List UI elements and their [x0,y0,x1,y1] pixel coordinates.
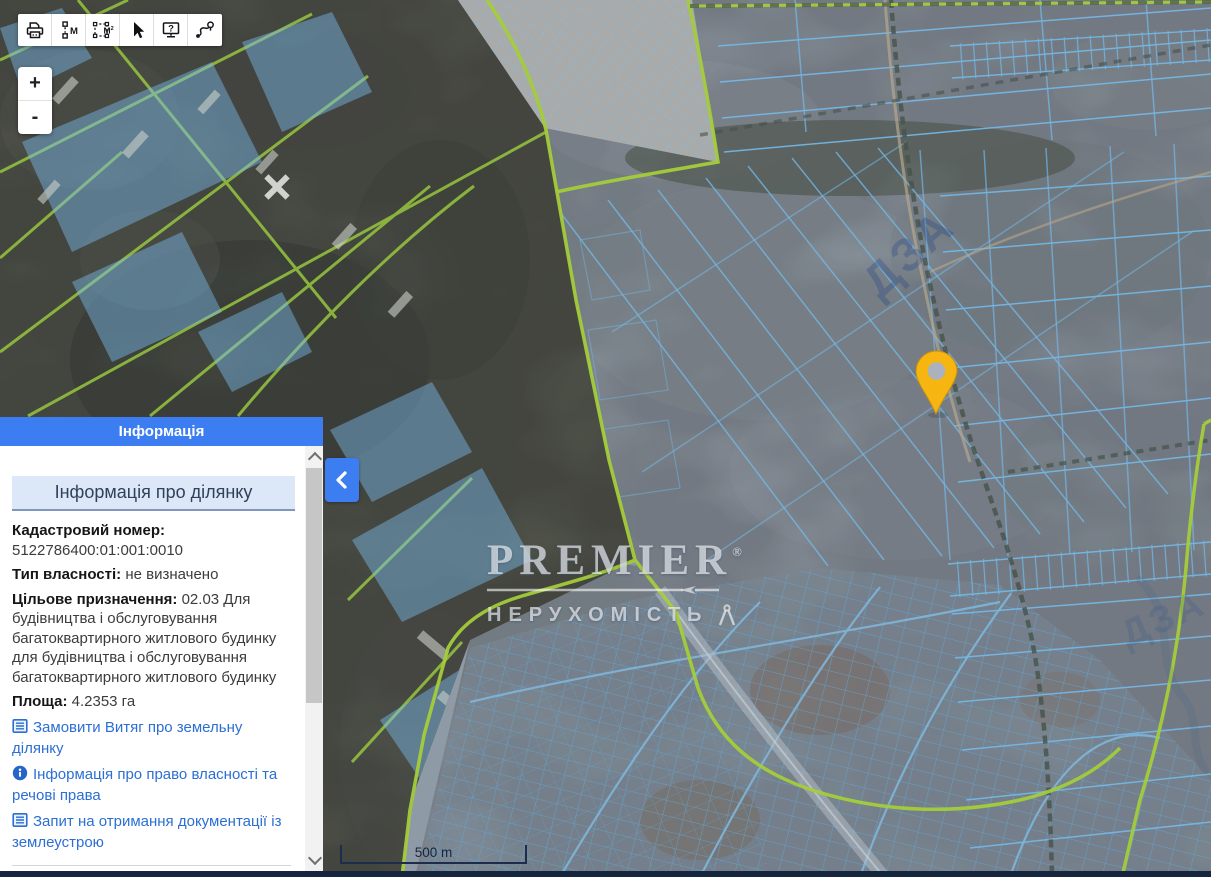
measure-distance-icon: M [57,20,80,40]
field-designated-purpose: Цільове призначення: 02.03 Для будівницт… [12,590,295,688]
zoom-out-button[interactable]: - [18,100,52,134]
link-order-extract[interactable]: Замовити Витяг про земельну ділянку [12,718,295,759]
section-title-parcel-info: Інформація про ділянку [12,476,295,511]
chevron-left-icon [334,469,350,491]
field-cadastral-number: Кадастровий номер: 5122786400:01:001:001… [12,521,295,560]
scroll-down-arrow-icon[interactable] [308,851,322,865]
collapse-panel-button[interactable] [325,458,359,502]
cursor-icon [127,20,147,40]
link-ownership-info[interactable]: Інформація про право власності та речові… [12,765,295,806]
link-label: Запит на отримання документації із земле… [12,813,281,852]
document-list-icon [12,812,28,834]
link-label: Інформація про право власності та речові… [12,766,277,805]
route-pin-icon [194,20,216,40]
info-panel-content: Інформація про ділянку Кадастровий номер… [0,446,305,877]
map-toolbar: M M2 ? [18,14,222,46]
measure-area-button[interactable]: M2 [86,14,120,46]
document-list-icon [12,718,28,740]
svg-text:M2: M2 [103,25,113,35]
field-ownership-type: Тип власності: не визначено [12,565,295,585]
field-label: Цільове призначення: [12,591,177,608]
field-value: 4.2353 га [72,693,136,710]
scrollbar-thumb[interactable] [306,468,322,703]
link-label: Замовити Витяг про земельну ділянку [12,719,242,758]
field-label: Тип власності: [12,566,121,583]
field-value: не визначено [125,566,218,583]
help-button[interactable]: ? [154,14,188,46]
svg-text:?: ? [168,24,174,35]
measure-distance-button[interactable]: M [52,14,86,46]
scale-label: 500 m [415,845,453,860]
route-button[interactable] [188,14,222,46]
print-button[interactable] [18,14,52,46]
svg-text:M: M [70,26,78,37]
info-panel-header: Інформація [0,417,323,446]
link-land-documentation-request[interactable]: Запит на отримання документації із земле… [12,812,295,853]
help-monitor-icon: ? [160,20,182,40]
field-area: Площа: 4.2353 га [12,692,295,712]
panel-scrollbar[interactable] [305,446,323,877]
scale-bar: 500 m [340,845,527,864]
info-circle-icon [12,765,28,787]
field-label: Кадастровий номер: [12,521,295,541]
zoom-in-button[interactable]: + [18,67,52,100]
zoom-control: + - [18,67,52,134]
scroll-up-arrow-icon[interactable] [308,452,322,466]
bottom-map-strip [0,871,1211,877]
info-panel: Інформація про ділянку Кадастровий номер… [0,446,323,877]
field-label: Площа: [12,693,67,710]
field-value: 5122786400:01:001:0010 [12,542,183,559]
divider [12,865,291,866]
pointer-button[interactable] [120,14,154,46]
printer-icon [24,20,46,40]
map-viewer-window: ДЗА ДЗА PREMIER® НЕРУХОМІСТЬ [0,0,1211,877]
measure-area-icon: M2 [91,20,115,40]
